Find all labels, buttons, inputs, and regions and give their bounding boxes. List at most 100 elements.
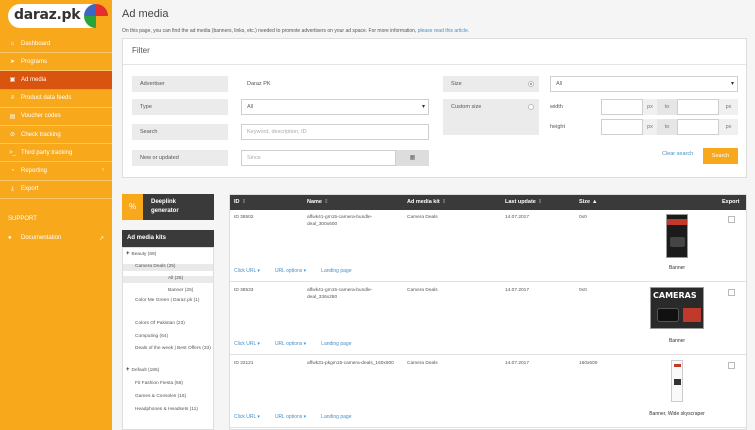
kit-item[interactable]: Banner (25) [123, 288, 213, 295]
kit-item[interactable]: Color Me Green | Daraz.pk (1) [123, 298, 213, 305]
ad-last-update: 14.07.2017 [505, 361, 530, 366]
kit-item[interactable]: + Default (185) [123, 367, 213, 375]
expand-plus-icon[interactable]: + [126, 251, 130, 257]
landing-page-link[interactable]: Landing page [321, 414, 351, 420]
deeplink-generator-button[interactable]: % Deeplink generator [122, 194, 214, 220]
height-label: height [550, 124, 565, 130]
clear-search-link[interactable]: Clear search [662, 151, 693, 157]
ad-media-kits-title: Ad media kits [122, 230, 214, 247]
banner-thumbnail[interactable] [671, 360, 683, 402]
export-checkbox[interactable] [728, 362, 735, 369]
column-last-update-label: Last update [505, 199, 536, 205]
kit-item-label: Fit Fashion Fiesta (58) [135, 381, 183, 386]
column-name[interactable]: Name ⇕ [307, 195, 329, 210]
expand-plus-icon[interactable]: + [126, 367, 130, 373]
click-url-dropdown[interactable]: Click URL ▾ [234, 268, 260, 274]
size-select-value: All [556, 81, 563, 87]
width-max-unit: px [719, 99, 738, 115]
ad-last-update: 14.07.2017 [505, 215, 530, 220]
ad-name: affwk41-gm15-camera-bundle-deal_336x280 [307, 288, 373, 300]
export-checkbox[interactable] [728, 289, 735, 296]
kit-item-label: Deals of the week | Best Offers (33) [135, 346, 211, 351]
custom-size-radio[interactable] [528, 104, 534, 110]
type-select[interactable]: All ▾ [241, 99, 429, 115]
sidebar: daraz.pk ⌂ Dashboard ➤ Programs ▣ Ad media ≡ Pr… [0, 0, 112, 430]
ad-size: 0x0 [579, 215, 587, 220]
pie-chart-icon: ◔ [10, 167, 15, 174]
ad-kit: Camera Deals [407, 288, 438, 293]
banner-text: CAMERAS [653, 291, 697, 300]
terminal-icon: >_ [9, 149, 16, 156]
sidebar-item-dashboard[interactable]: ⌂ Dashboard [0, 35, 112, 54]
column-last-update[interactable]: Last update ⇕ [505, 195, 542, 210]
width-min-unit: px [643, 99, 657, 115]
sidebar-item-label: Voucher codes [21, 113, 61, 120]
ad-media-table: ID ⇕ Name ⇕ Ad media kit ⇕ Last update ⇕ Siz… [229, 194, 747, 430]
kit-item-label: Beauty (69) [131, 252, 157, 257]
column-size-label: Size [579, 199, 591, 205]
banner-thumbnail[interactable]: CAMERAS [650, 287, 704, 329]
sidebar-item-voucher-codes[interactable]: ▤ Voucher codes [0, 108, 112, 126]
sidebar-item-ad-media[interactable]: ▣ Ad media [0, 71, 112, 90]
kit-item-label: Banner (25) [168, 288, 194, 293]
url-options-dropdown[interactable]: URL options ▾ [275, 414, 306, 420]
width-max-input[interactable] [677, 99, 719, 115]
kit-item[interactable]: Deals of the week | Best Offers (33) [123, 346, 213, 353]
column-id[interactable]: ID ⇕ [234, 195, 246, 210]
documentation-label: Documentation [21, 235, 62, 241]
info-icon: ● [8, 235, 12, 241]
sidebar-item-export[interactable]: ⤓ Export [0, 181, 112, 199]
kit-item[interactable]: + Beauty (69) [123, 251, 213, 259]
kit-item[interactable]: All (25) [123, 276, 213, 283]
kit-item[interactable]: Camera Deals (25) [123, 264, 213, 271]
price-tag [683, 308, 701, 322]
size-radio[interactable] [528, 81, 534, 87]
since-date-input[interactable]: Since [241, 150, 396, 166]
logo-bubble-icon [84, 4, 108, 28]
column-kit[interactable]: Ad media kit ⇕ [407, 195, 446, 210]
read-article-link[interactable]: please read this article. [418, 28, 469, 34]
sidebar-item-check-tracking[interactable]: ⊘ Check tracking [0, 126, 112, 145]
click-url-dropdown[interactable]: Click URL ▾ [234, 414, 260, 420]
sidebar-item-programs[interactable]: ➤ Programs [0, 53, 112, 72]
sidebar-item-documentation[interactable]: ● Documentation ↗ [8, 235, 104, 242]
banner-thumbnail[interactable] [666, 214, 688, 258]
url-options-dropdown[interactable]: URL options ▾ [275, 268, 306, 274]
sidebar-item-product-data-feeds[interactable]: ≡ Product data feeds [0, 90, 112, 108]
ad-kit: Camera Deals [407, 215, 438, 220]
url-options-dropdown[interactable]: URL options ▾ [275, 341, 306, 347]
ticket-icon: ▤ [9, 113, 16, 120]
sidebar-item-reporting[interactable]: ◔ Reporting ‹ [0, 162, 112, 181]
size-select[interactable]: All ▾ [550, 76, 738, 92]
table-header: ID ⇕ Name ⇕ Ad media kit ⇕ Last update ⇕ Siz… [230, 195, 746, 210]
banner-accent [667, 219, 687, 225]
support-label: SUPPORT [8, 216, 37, 222]
ad-kit: Camera Deals [407, 361, 438, 366]
kit-item-label: Camera Deals (25) [135, 264, 176, 269]
height-min-input[interactable] [601, 119, 643, 135]
daraz-logo[interactable]: daraz.pk [8, 4, 108, 28]
search-input[interactable]: Keyword, description, ID [241, 124, 429, 140]
row-links: Click URL ▾ URL options ▾ Landing page [234, 268, 366, 274]
search-button[interactable]: Search [703, 148, 738, 164]
kit-item[interactable]: Fit Fashion Fiesta (58) [123, 381, 213, 388]
kit-item[interactable]: Games & Consoles (16) [123, 394, 213, 401]
export-checkbox[interactable] [728, 216, 735, 223]
ad-id: ID 38533 [234, 288, 254, 293]
chevron-down-icon: ▾ [730, 81, 734, 87]
kit-item[interactable]: Computing (64) [123, 334, 213, 341]
size-label: Size [443, 76, 539, 92]
column-size[interactable]: Size ▲ [579, 195, 597, 210]
height-max-input[interactable] [677, 119, 719, 135]
width-min-input[interactable] [601, 99, 643, 115]
kit-item[interactable]: Colors Of Pakistan (23) [123, 321, 213, 328]
sidebar-item-third-party-tracking[interactable]: >_ Third party tracking [0, 144, 112, 163]
landing-page-link[interactable]: Landing page [321, 268, 351, 274]
chevron-left-icon: ‹ [102, 167, 104, 174]
no-entry-icon: ⊘ [9, 132, 16, 139]
landing-page-link[interactable]: Landing page [321, 341, 351, 347]
click-url-dropdown[interactable]: Click URL ▾ [234, 341, 260, 347]
filter-panel: Filter Advertiser Daraz PK Type All ▾ Se… [122, 38, 747, 178]
kit-item[interactable]: Headphones & Headsets (11) [123, 407, 213, 414]
calendar-icon[interactable]: ▦ [396, 150, 429, 166]
